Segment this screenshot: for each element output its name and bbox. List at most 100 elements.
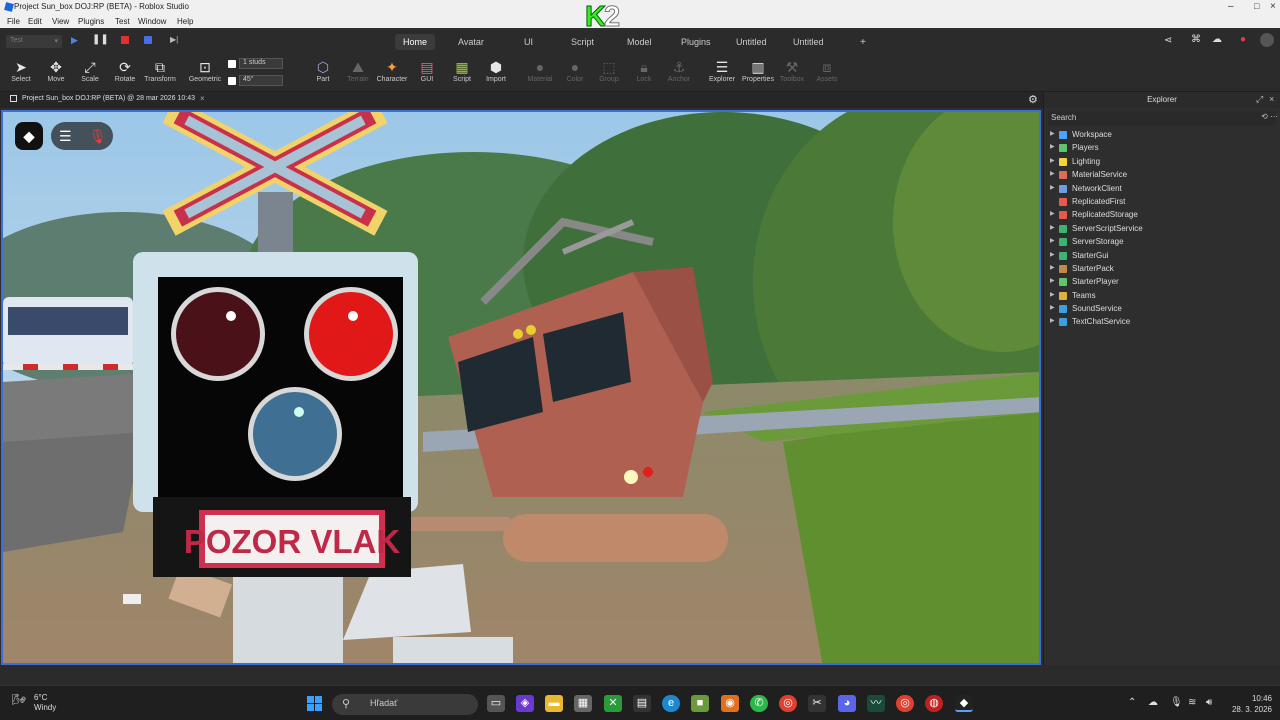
assets-button[interactable]: ⧈ Assets xyxy=(809,58,845,83)
hamburger-menu-icon[interactable]: ☰ 🎙︎ xyxy=(51,122,113,150)
roblox-studio-taskbar-icon[interactable]: ◆ xyxy=(955,695,973,712)
store-icon[interactable]: ▦ xyxy=(574,695,592,712)
explorer-item-players[interactable]: ▶ Players xyxy=(1050,141,1276,154)
edge-browser-icon[interactable]: e xyxy=(662,695,680,712)
taskbar-search-box[interactable]: ⚲ Hľadať xyxy=(332,694,478,715)
app-icon[interactable]: 〰 xyxy=(867,695,885,712)
tab-home[interactable]: Home xyxy=(395,34,436,50)
color-button[interactable]: ● Color xyxy=(557,58,593,83)
add-tab-icon[interactable]: + xyxy=(852,34,874,50)
3d-viewport[interactable]: POZOR VLAK ◆ ☰ 🎙︎ xyxy=(1,110,1041,665)
search-history-icon[interactable]: ⟲ ⋯ xyxy=(1261,112,1278,121)
explorer-item-starterpack[interactable]: ▶ StarterPack xyxy=(1050,262,1276,275)
windows-start-icon[interactable] xyxy=(307,696,323,712)
menu-file[interactable]: File xyxy=(7,17,20,26)
menu-view[interactable]: View xyxy=(52,17,69,26)
expand-arrow-icon[interactable]: ▶ xyxy=(1050,182,1055,195)
material-button[interactable]: ● Material xyxy=(522,58,558,83)
import-button[interactable]: ⬢ Import xyxy=(478,58,514,83)
toolbox-button[interactable]: ⚒ Toolbox xyxy=(774,58,810,83)
close-document-tab-icon[interactable]: × xyxy=(200,94,205,103)
network-icon[interactable]: ☁ xyxy=(1148,697,1158,708)
explorer-item-starterplayer[interactable]: ▶ StarterPlayer xyxy=(1050,275,1276,288)
capcut-icon[interactable]: ✂ xyxy=(808,695,826,712)
tab-plugins[interactable]: Plugins xyxy=(673,34,719,50)
menu-help[interactable]: Help xyxy=(177,17,193,26)
collaborate-icon[interactable]: ⌘ xyxy=(1191,34,1201,45)
close-explorer-icon[interactable]: × xyxy=(1269,94,1274,104)
rotate-snap-checkbox[interactable] xyxy=(228,76,236,85)
popout-icon[interactable]: ⤢ xyxy=(1256,94,1263,105)
pause-icon[interactable]: ❚❚ xyxy=(92,34,109,45)
minimize-icon[interactable]: – xyxy=(1228,1,1234,12)
menu-test[interactable]: Test xyxy=(115,17,130,26)
blender-icon[interactable]: ◉ xyxy=(721,695,739,712)
expand-arrow-icon[interactable]: ▶ xyxy=(1050,208,1055,221)
move-tool-button[interactable]: ✥ Move xyxy=(38,58,74,83)
transform-tool-button[interactable]: ⧉ Transform xyxy=(142,58,178,83)
explorer-item-lighting[interactable]: ▶ Lighting xyxy=(1050,155,1276,168)
explorer-item-materialservice[interactable]: ▶ MaterialService xyxy=(1050,168,1276,181)
explorer-item-networkclient[interactable]: ▶ NetworkClient xyxy=(1050,182,1276,195)
cloud-icon[interactable]: ☁ xyxy=(1212,34,1222,45)
expand-arrow-icon[interactable]: ▶ xyxy=(1050,275,1055,288)
stop-icon[interactable] xyxy=(121,36,129,44)
explorer-item-replicatedstorage[interactable]: ▶ ReplicatedStorage xyxy=(1050,208,1276,221)
explorer-item-workspace[interactable]: ▶ Workspace xyxy=(1050,128,1276,141)
expand-arrow-icon[interactable]: ▶ xyxy=(1050,168,1055,181)
expand-arrow-icon[interactable]: ▶ xyxy=(1050,155,1055,168)
tray-overflow-icon[interactable]: ⌃ xyxy=(1128,697,1136,708)
xbox-icon[interactable]: ✕ xyxy=(604,695,622,712)
file-explorer-icon[interactable]: ▬ xyxy=(545,695,563,712)
lock-button[interactable]: 🔒︎ Lock xyxy=(626,58,662,83)
test-mode-select[interactable]: Test ▾ xyxy=(6,35,62,48)
viewport-settings-gear-icon[interactable]: ⚙ xyxy=(1028,93,1038,106)
system-clock[interactable]: 10:46 28. 3. 2026 xyxy=(1228,693,1272,715)
terminal-icon[interactable]: ▤ xyxy=(633,695,651,712)
explorer-item-startergui[interactable]: ▶ StarterGui xyxy=(1050,249,1276,262)
tab-untitled-2[interactable]: Untitled xyxy=(785,34,832,50)
avatar[interactable] xyxy=(1260,33,1274,47)
move-snap-field[interactable]: 1 studs xyxy=(228,58,292,70)
notification-bell-icon[interactable]: ● xyxy=(1240,34,1246,45)
explorer-item-serverstorage[interactable]: ▶ ServerStorage xyxy=(1050,235,1276,248)
properties-button[interactable]: ▥ Properties xyxy=(739,58,777,83)
discord-icon[interactable]: ◕ xyxy=(838,695,856,712)
gui-button[interactable]: ▤ GUI xyxy=(409,58,445,83)
expand-arrow-icon[interactable]: ▶ xyxy=(1050,315,1055,328)
geometric-tool-button[interactable]: ⊡ Geometric xyxy=(186,58,224,83)
client-server-icon[interactable] xyxy=(144,36,152,44)
menu-window[interactable]: Window xyxy=(138,17,166,26)
expand-arrow-icon[interactable]: ▶ xyxy=(1050,235,1055,248)
step-icon[interactable]: ▶| xyxy=(170,35,178,44)
expand-arrow-icon[interactable]: ▶ xyxy=(1050,222,1055,235)
document-tab-label[interactable]: Project Sun_box DOJ:RP (BETA) @ 28 mar 2… xyxy=(22,95,195,102)
expand-arrow-icon[interactable]: ▶ xyxy=(1050,289,1055,302)
wifi-icon[interactable]: ≋ xyxy=(1188,697,1196,708)
script-button[interactable]: ▦ Script xyxy=(444,58,480,83)
expand-arrow-icon[interactable]: ▶ xyxy=(1050,128,1055,141)
explorer-item-teams[interactable]: ▶ Teams xyxy=(1050,289,1276,302)
expand-arrow-icon[interactable]: ▶ xyxy=(1050,141,1055,154)
expand-arrow-icon[interactable]: ▶ xyxy=(1050,249,1055,262)
terrain-button[interactable]: ⛰ Terrain xyxy=(340,58,376,83)
close-window-icon[interactable]: × xyxy=(1270,1,1276,12)
group-button[interactable]: ⬚ Group xyxy=(591,58,627,83)
anchor-button[interactable]: ⚓︎ Anchor xyxy=(661,58,697,83)
microphone-muted-icon[interactable]: 🎙︎ xyxy=(89,122,107,150)
explorer-button[interactable]: ☰ Explorer xyxy=(704,58,740,83)
task-view-icon[interactable]: ▭ xyxy=(487,695,505,712)
explorer-item-soundservice[interactable]: ▶ SoundService xyxy=(1050,302,1276,315)
maximize-icon[interactable]: □ xyxy=(1254,1,1259,11)
part-button[interactable]: ⬡ Part xyxy=(305,58,341,83)
menu-plugins[interactable]: Plugins xyxy=(78,17,104,26)
select-tool-button[interactable]: ➤ Select xyxy=(3,58,39,83)
recording-app-icon[interactable]: ◍ xyxy=(925,695,943,712)
roblox-menu-icon[interactable]: ◆ xyxy=(15,122,43,150)
chrome-profile-icon[interactable]: ◎ xyxy=(896,695,914,712)
microphone-icon[interactable]: 🎙︎ xyxy=(1170,697,1183,708)
move-snap-checkbox[interactable] xyxy=(228,59,236,68)
expand-arrow-icon[interactable]: ▶ xyxy=(1050,262,1055,275)
explorer-item-replicatedfirst[interactable]: ReplicatedFirst xyxy=(1050,195,1276,208)
chrome-icon[interactable]: ◎ xyxy=(779,695,797,712)
